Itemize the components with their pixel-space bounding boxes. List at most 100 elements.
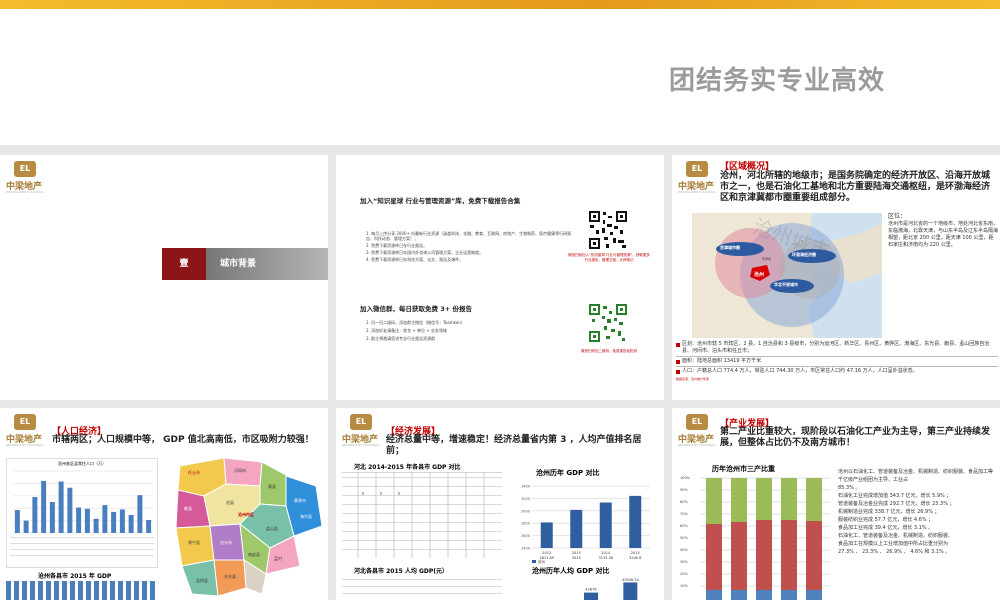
x-tick-label: 2012 — [542, 551, 551, 555]
population-bar — [14, 510, 20, 533]
data-label: 3133.38 — [599, 556, 613, 560]
logo-mark-icon: EL — [350, 414, 372, 430]
county-label: 泊头市 — [220, 540, 232, 545]
ad-list-item: 4. 免费下载资源库已存科技方案、论文、报告及课件。 — [366, 257, 464, 262]
data-source: 数据来源：沧州统计年鉴 — [676, 377, 710, 381]
location-title: 区位： — [888, 213, 907, 220]
industry-line: 食品加工在规模以上工业增加值中所占比重分别为 — [838, 541, 949, 547]
section-title: 城市背景 — [220, 259, 257, 269]
data-label: 3015 — [572, 556, 581, 560]
population-bar — [146, 519, 152, 533]
slide-thumbnail-city-background[interactable]: EL 中梁地产 ZHONGLIANG HOLDINGS 壹 城市背景 — [0, 155, 328, 400]
industry-line: 27.3% 、 23.3% 、 26.9% 、 4.6% 和 3.1% 。 — [838, 549, 951, 555]
data-label: 3240.6 — [629, 556, 641, 560]
map-label: 京津城市圈 — [720, 245, 740, 250]
bullet-icon — [676, 370, 680, 374]
logo-subtitle: ZHONGLIANG HOLDINGS — [678, 190, 716, 194]
company-tagline: 团结务实专业高效 — [668, 66, 885, 96]
ad-heading-1: 加入“知识星球 行业与管理资源”库，免费下载报告合集 — [360, 197, 521, 205]
y-tick: 70% — [680, 512, 688, 516]
ad-list-2: 1. 扫一扫二维码，添加群主微信（微信号：Teamkon） 2. 添加好友请备注… — [366, 320, 566, 341]
y-tick-label: 3400 — [521, 485, 530, 489]
county-label: 盐山县 — [266, 526, 278, 531]
x-tick-label: 2013 — [572, 551, 581, 555]
legend-swatch — [532, 560, 536, 563]
x-tick-label: 2014 — [601, 551, 611, 555]
population-bar — [58, 481, 64, 533]
slide-headline: 经济总量中等，增速稳定！经济总量省内第 3 ，人均产值排名居前； — [386, 435, 642, 456]
y-tick: 20% — [680, 572, 688, 576]
location-note: 区位： 沧州市是河北省的一个地级市，地处河北省东南，东临渤海，北靠天津，与山东半… — [888, 213, 998, 249]
ad-list-item: 2. 免费下载资源库已存行业报告。 — [366, 243, 428, 248]
county-label: 孟村 — [274, 556, 282, 561]
y-axis-ticks: 100% 90% 80% 70% 60% 50% 40% 30% 20% 10% — [680, 476, 700, 596]
population-bars — [13, 470, 153, 534]
qr-code-icon[interactable] — [588, 210, 628, 250]
cover-slide-strip: 团结务实专业高效 — [0, 0, 1000, 145]
county-label: 河间市 — [234, 468, 246, 473]
gdp-bar-chart: 24002600280030003200340020122811.8920133… — [521, 485, 650, 564]
qr-caption-1: 微信扫码加入“知识星球 行业与管理资源”，获取更多行业报告、管理文案、大师笔记 — [568, 253, 650, 262]
chart-title: 历年沧州市三产比重 — [712, 465, 775, 473]
map-label: 沧州 — [754, 272, 765, 278]
company-logo: EL 中梁地产 ZHONGLIANG HOLDINGS — [342, 414, 380, 450]
y-tick-label: 2400 — [521, 547, 530, 551]
company-logo: EL 中梁地产 ZHONGLIANG HOLDINGS — [678, 161, 716, 197]
wechat-qr-icon[interactable] — [588, 303, 628, 343]
county-label: 任丘市 — [188, 470, 200, 475]
population-bar — [84, 508, 90, 533]
per-capita-table — [342, 576, 502, 600]
gdp-county-bars — [6, 581, 156, 600]
map-label: 天津市 — [762, 257, 772, 261]
population-bar — [111, 511, 117, 533]
slide-thumbnail-industry[interactable]: EL 中梁地产 ZHONGLIANG HOLDINGS 【产业发展】 第二产业比… — [672, 408, 1000, 600]
population-bar — [49, 502, 55, 533]
ad-list-item: 3. 免费下载资源库已存国内外咨询公司管理方案，企业运营制度。 — [366, 250, 484, 255]
gdp-bar — [599, 502, 612, 548]
ad-heading-2: 加入微信群，每日获取免费 3+ 份报告 — [360, 305, 472, 313]
data-label: 42676 — [585, 588, 596, 592]
ad-list-item: 2. 添加好友请备注：姓名 + 单位 + 业务领域 — [366, 328, 447, 333]
population-bar — [137, 495, 143, 533]
chart-title: 沧州历年 GDP 对比 — [536, 469, 600, 477]
map-label: 华北平原城市 — [774, 282, 798, 287]
legend-label: 沧州 — [538, 559, 546, 564]
bullet-icon — [676, 343, 680, 347]
population-chart: 沧州各区县常住人口（万） — [6, 458, 158, 568]
logo-subtitle: ZHONGLIANG HOLDINGS — [342, 443, 380, 447]
industry-line: 管道装备及冶金业完成 292.7 亿元，增长 23.3% ； — [838, 501, 955, 507]
per-capita-bar-chart: 40071.774267643946.34 — [584, 578, 639, 600]
y-tick: 40% — [680, 548, 688, 552]
industry-line: 机械制造业完成 338.7 亿元，增长 26.9% ； — [838, 509, 940, 515]
county-label: 肃宁县 — [188, 540, 200, 545]
slide-headline: 第二产业比重较大，现阶段以石油化工产业为主导，第三产业持续发展，但整体占比仍不及… — [720, 427, 991, 448]
gdp-bar — [540, 522, 553, 548]
bullet-icon — [676, 360, 680, 364]
county-label: 吴桥县 — [196, 578, 208, 583]
per-capita-bar — [623, 582, 638, 600]
population-bar — [41, 480, 47, 533]
section-number-box: 壹 — [162, 248, 206, 280]
industry-line: 85.3% 。 — [838, 485, 861, 491]
logo-subtitle: ZHONGLIANG HOLDINGS — [678, 443, 716, 447]
region-map: 京津城市圈 环渤海经济圈 华北平原城市 沧州 天津市 沧州城市 — [692, 213, 882, 338]
fact-area: 面积：陆地总面积 13419 平方千米 — [682, 358, 762, 364]
per-capita-bar — [584, 592, 598, 600]
chart-title: 沧州历年人均 GDP 对比 — [532, 567, 610, 575]
population-bar — [93, 518, 99, 533]
section-title-bar: 城市背景 — [206, 248, 328, 280]
county-map: 任丘市 河间市 青县 沧县 献县 泊头市 南皮县 东光县 吴桥县 孟村 盐山县 … — [166, 456, 326, 600]
logo-mark-icon: EL — [686, 161, 708, 177]
population-bar — [102, 505, 108, 533]
industry-line: 沧州以石油化工、管道装备及冶金、机械制造、纺织服装、食品加工等千亿级产业组团为主… — [838, 469, 994, 483]
company-logo: EL 中梁地产 ZHONGLIANG HOLDINGS — [6, 161, 44, 197]
slide-thumbnail-region-overview[interactable]: EL 中梁地产 ZHONGLIANG HOLDINGS 【区域概况】 沧州，河北… — [672, 155, 1000, 400]
slide-thumbnail-population-economy[interactable]: EL 中梁地产 ZHONGLIANG HOLDINGS 【人口经济】 市辖两区；… — [0, 408, 328, 600]
slide-thumbnail-report-ad[interactable]: 加入“知识星球 行业与管理资源”库，免费下载报告合集 1. 每月上传分享 200… — [336, 155, 664, 400]
section-number: 壹 — [179, 259, 189, 269]
logo-mark-icon: EL — [14, 161, 36, 177]
industry-line: 食品加工业完成 39.4 亿元，增长 3.1% 。 — [838, 525, 934, 531]
logo-mark-icon: EL — [686, 414, 708, 430]
slide-thumbnail-economic-development[interactable]: EL 中梁地产 ZHONGLIANG HOLDINGS 【经济发展】 经济总量中… — [336, 408, 664, 600]
y-tick: 10% — [680, 584, 688, 588]
